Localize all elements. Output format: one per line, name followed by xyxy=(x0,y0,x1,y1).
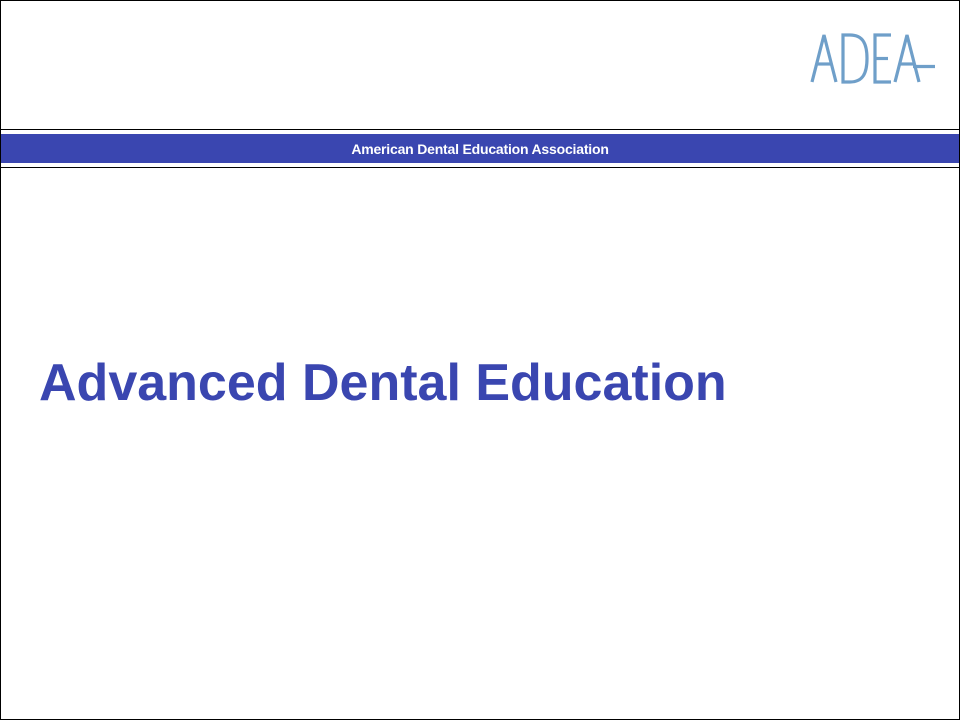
association-banner: American Dental Education Association xyxy=(1,134,959,163)
slide-title: Advanced Dental Education xyxy=(39,354,727,412)
header-rule-top xyxy=(1,129,959,130)
header-rule-bottom xyxy=(1,167,959,168)
slide: American Dental Education Association Ad… xyxy=(0,0,960,720)
adea-logo xyxy=(810,33,935,84)
